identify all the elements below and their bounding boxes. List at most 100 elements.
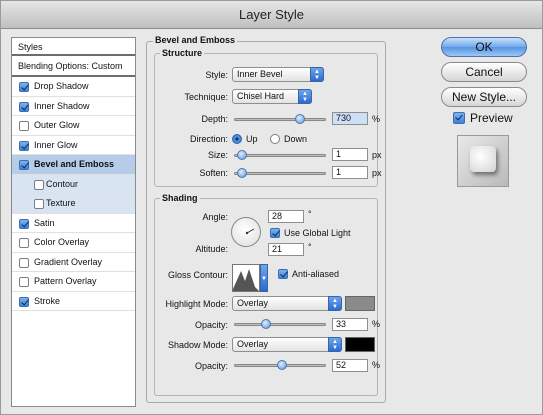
contour-curve-icon (233, 269, 259, 291)
highlight-opacity-input[interactable]: 33 (332, 318, 368, 331)
shadow-opacity-unit: % (372, 360, 381, 370)
ok-button[interactable]: OK (441, 37, 527, 57)
style-item[interactable]: Bevel and Emboss (12, 155, 135, 175)
shading-title: Shading (160, 193, 200, 203)
bevel-title: Bevel and Emboss (153, 35, 238, 45)
angle-dial[interactable] (231, 217, 261, 247)
style-item-checkbox[interactable] (19, 296, 29, 307)
shadow-opacity-slider[interactable] (234, 360, 326, 370)
style-item[interactable]: Satin (12, 214, 135, 233)
soften-input[interactable]: 1 (332, 166, 368, 179)
depth-slider-thumb[interactable] (295, 114, 305, 124)
depth-input[interactable]: 730 (332, 112, 368, 125)
style-item-label: Blending Options: Custom (18, 61, 123, 71)
direction-label: Direction: (189, 134, 228, 144)
style-item[interactable]: Drop Shadow (12, 77, 135, 97)
style-item-checkbox[interactable] (19, 101, 29, 112)
style-item[interactable]: Inner Shadow (12, 97, 135, 116)
depth-unit: % (372, 114, 381, 124)
select-arrows-icon: ▲ ▼ (310, 67, 324, 82)
size-slider[interactable] (234, 150, 326, 160)
shadow-opacity-input[interactable]: 52 (332, 359, 368, 372)
style-item[interactable]: Stroke (12, 292, 135, 311)
style-item-checkbox[interactable] (19, 257, 29, 268)
layer-style-dialog: Layer Style Styles Blending Options: Cus… (0, 0, 543, 415)
style-item-checkbox[interactable] (34, 199, 44, 209)
structure-title: Structure (160, 48, 205, 58)
shadow-color-swatch[interactable] (345, 337, 375, 352)
gloss-contour-picker[interactable] (232, 264, 260, 292)
style-item-label: Bevel and Emboss (34, 159, 115, 169)
direction-down-label: Down (284, 134, 308, 144)
style-item[interactable]: Gradient Overlay (12, 253, 135, 272)
style-item[interactable]: Color Overlay (12, 233, 135, 253)
style-item-checkbox[interactable] (19, 218, 29, 229)
use-global-light-checkbox[interactable] (270, 228, 280, 238)
altitude-input[interactable]: 21 (268, 243, 304, 256)
shadow-mode-value: Overlay (237, 339, 269, 349)
style-item[interactable]: Texture (12, 194, 135, 214)
style-select[interactable]: Inner Bevel ▲ ▼ (232, 67, 324, 82)
soften-unit: px (372, 168, 382, 178)
highlight-mode-value: Overlay (237, 298, 269, 308)
highlight-mode-select[interactable]: Overlay ▲ ▼ (232, 296, 342, 311)
style-item[interactable]: Inner Glow (12, 136, 135, 155)
depth-slider[interactable] (234, 114, 326, 124)
highlight-color-swatch[interactable] (345, 296, 375, 311)
style-item-label: Gradient Overlay (34, 256, 103, 267)
new-style-button[interactable]: New Style... (441, 87, 527, 107)
direction-down-radio[interactable] (270, 134, 280, 144)
altitude-unit: ° (308, 242, 312, 252)
angle-dial-indicator-icon (245, 228, 255, 235)
shadow-mode-select[interactable]: Overlay ▲ ▼ (232, 337, 342, 352)
style-item[interactable]: Blending Options: Custom (12, 56, 135, 77)
direction-up-radio[interactable] (232, 134, 242, 144)
preview-checkbox[interactable] (453, 112, 465, 124)
size-slider-thumb[interactable] (236, 150, 247, 160)
use-global-light-label: Use Global Light (284, 228, 351, 238)
technique-select[interactable]: Chisel Hard ▲ ▼ (232, 89, 312, 104)
style-label: Style: (205, 70, 228, 80)
styles-list: Styles Blending Options: Custom Drop Shad… (11, 37, 136, 407)
contour-dropdown-arrow-icon[interactable]: ▼ (260, 264, 268, 292)
preview-label: Preview (470, 111, 513, 125)
style-item-checkbox[interactable] (19, 121, 29, 131)
technique-label: Technique: (184, 92, 228, 102)
select-arrows-icon: ▲ ▼ (328, 296, 342, 311)
bevel-emboss-panel: Bevel and Emboss Structure Style: Inner … (146, 35, 386, 407)
select-arrows-icon: ▲ ▼ (298, 89, 312, 104)
size-unit: px (372, 150, 382, 160)
select-arrows-icon: ▲ ▼ (328, 337, 342, 352)
size-input[interactable]: 1 (332, 148, 368, 161)
altitude-label: Altitude: (195, 244, 228, 254)
angle-input[interactable]: 28 (268, 210, 304, 223)
style-item-checkbox[interactable] (19, 140, 29, 151)
technique-select-value: Chisel Hard (237, 91, 285, 101)
cancel-button[interactable]: Cancel (441, 62, 527, 82)
gloss-contour-label: Gloss Contour: (167, 270, 228, 280)
preview-shape (470, 146, 496, 172)
shadow-opacity-thumb[interactable] (276, 360, 287, 370)
style-item-label: Outer Glow (34, 120, 80, 130)
style-item-checkbox[interactable] (19, 160, 29, 170)
soften-slider-thumb[interactable] (236, 168, 247, 178)
styles-header[interactable]: Styles (12, 38, 135, 56)
anti-aliased-checkbox[interactable] (278, 269, 288, 279)
style-item-label: Inner Glow (34, 139, 78, 150)
highlight-opacity-slider[interactable] (234, 319, 326, 329)
style-item-label: Inner Shadow (34, 100, 90, 111)
style-item[interactable]: Contour (12, 174, 135, 194)
highlight-mode-label: Highlight Mode: (165, 299, 228, 309)
style-item[interactable]: Outer Glow (12, 116, 135, 136)
soften-slider[interactable] (234, 168, 326, 178)
style-item-checkbox[interactable] (19, 277, 29, 287)
style-item-label: Pattern Overlay (34, 276, 97, 286)
style-item[interactable]: Pattern Overlay (12, 272, 135, 292)
style-item-label: Drop Shadow (34, 81, 89, 91)
style-item-checkbox[interactable] (34, 179, 44, 190)
style-item-checkbox[interactable] (19, 238, 29, 248)
style-item-checkbox[interactable] (19, 82, 29, 92)
soften-label: Soften: (199, 168, 228, 178)
direction-up-label: Up (246, 134, 258, 144)
style-item-label: Satin (34, 217, 55, 228)
